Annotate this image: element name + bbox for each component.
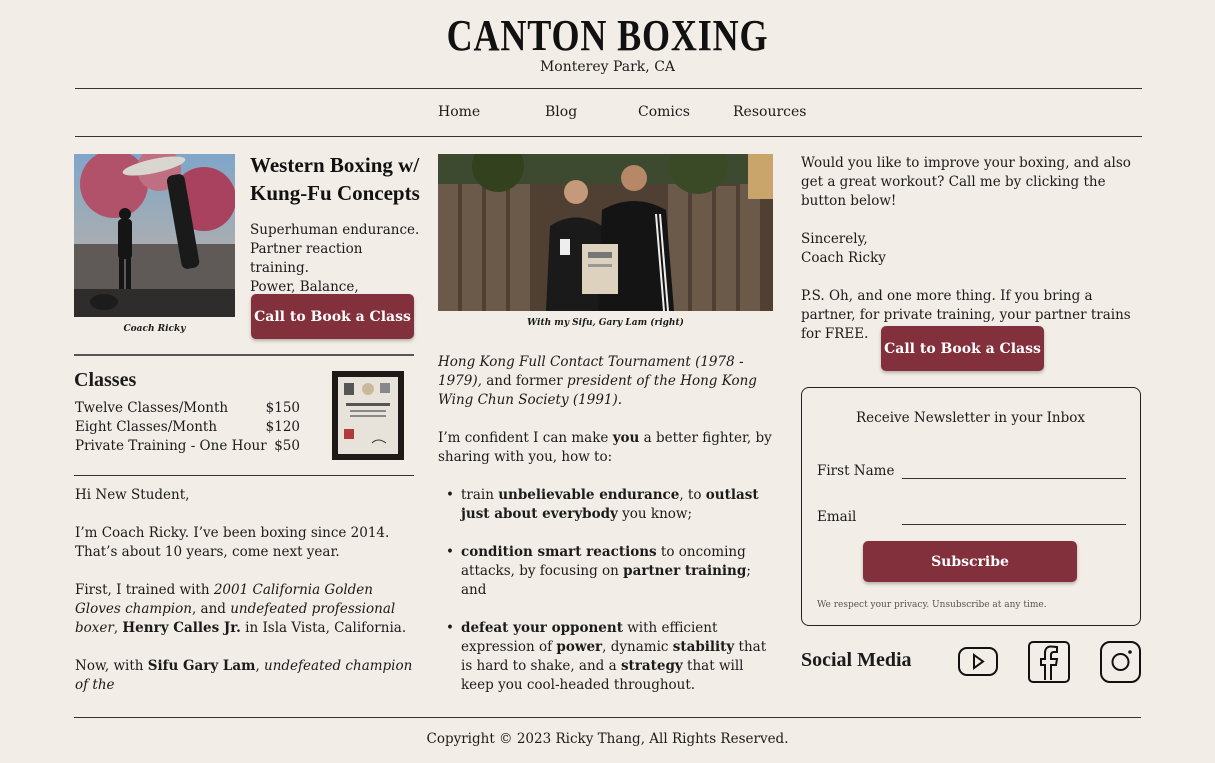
price-row: Twelve Classes/Month $150 (75, 400, 300, 419)
site-location: Monterey Park, CA (539, 59, 676, 75)
site-title: CANTON BOXING (446, 11, 769, 60)
text-span: I’m confident I can make (438, 430, 613, 446)
list-item: train unbelievable endurance, to outlast… (446, 486, 776, 524)
coach-photo (74, 154, 235, 317)
center-paragraph: Hong Kong Full Contact Tournament (1978 … (438, 353, 774, 410)
letter-paragraph: I’m Coach Ricky. I’ve been boxing since … (75, 525, 390, 560)
sifu-photo (438, 154, 773, 311)
right-paragraph: Would you like to improve your boxing, a… (801, 155, 1131, 209)
text-span: Sincerely, (801, 231, 868, 247)
text-span: Sifu Gary Lam (147, 658, 256, 674)
social-title: Social Media (801, 649, 912, 671)
header-divider (75, 88, 1142, 89)
text-span: in Isla Vista, California. (240, 620, 407, 636)
classes-title: Classes (74, 369, 137, 391)
text-span: defeat your opponent (461, 620, 623, 636)
nav-resources[interactable]: Resources (733, 104, 806, 120)
letter-left: Hi New Student, I’m Coach Ricky. I’ve be… (75, 486, 415, 714)
newsletter-form: Receive Newsletter in your Inbox First N… (801, 387, 1141, 626)
text-span: , to (679, 487, 706, 503)
list-item: condition smart reactions to oncoming at… (446, 543, 776, 600)
privacy-note: We respect your privacy. Unsubscribe at … (817, 600, 1047, 610)
text-span: partner training (623, 563, 747, 579)
text-span: unbelievable endurance (498, 487, 680, 503)
text-span: strategy (620, 658, 683, 674)
book-class-button[interactable]: Call to Book a Class (251, 294, 414, 339)
subscribe-button[interactable]: Subscribe (863, 541, 1077, 582)
sifu-photo-caption: With my Sifu, Gary Lam (right) (527, 318, 684, 328)
email-label: Email (817, 509, 857, 525)
text-span: Coach Ricky (801, 250, 886, 266)
class-name: Private Training - One Hour (75, 438, 267, 454)
coach-photo-caption: Coach Ricky (123, 324, 186, 334)
text-span: , and (191, 601, 231, 617)
text-span: Henry Calles Jr. (122, 620, 241, 636)
text-span: , dynamic (602, 639, 673, 655)
text-span: , (255, 658, 265, 674)
text-span: and former (481, 373, 568, 389)
book-class-button-right[interactable]: Call to Book a Class (881, 326, 1044, 371)
newsletter-title: Receive Newsletter in your Inbox (855, 410, 1085, 426)
hero-headline-line1: Western Boxing w/ (250, 153, 420, 177)
text-span: condition smart reactions (461, 544, 657, 560)
class-price: $120 (265, 419, 300, 435)
nav-divider (75, 136, 1142, 137)
footer-divider (74, 717, 1141, 718)
text-span: Now, with (75, 658, 148, 674)
nav-comics[interactable]: Comics (638, 104, 690, 120)
copyright: Copyright © 2023 Ricky Thang, All Rights… (426, 731, 789, 747)
list-item: defeat your opponent with efficient expr… (446, 619, 776, 695)
classes-bottom-divider (74, 475, 414, 476)
first-name-field[interactable] (902, 478, 1126, 479)
class-name: Twelve Classes/Month (75, 400, 229, 416)
center-paragraph: I’m confident I can make you a better fi… (438, 429, 774, 467)
greeting: Hi New Student, (75, 487, 190, 503)
class-price: $150 (265, 400, 300, 416)
text-span: power (556, 639, 603, 655)
main-nav: Home Blog Comics Resources (0, 104, 1215, 124)
letter-paragraph: First, I trained with 2001 California Go… (75, 581, 415, 638)
benefits-list: train unbelievable endurance, to outlast… (446, 486, 776, 714)
text-span: stability (672, 639, 735, 655)
hero-headline-line2: Kung-Fu Concepts (250, 181, 420, 205)
class-name: Eight Classes/Month (75, 419, 218, 435)
nav-blog[interactable]: Blog (545, 104, 577, 120)
letter-paragraph: Now, with Sifu Gary Lam, undefeated cham… (75, 657, 415, 695)
text-span: train (461, 487, 499, 503)
youtube-icon[interactable] (958, 647, 998, 676)
tagline-line: Partner reaction training. (250, 241, 363, 276)
hero-headline: Western Boxing w/ Kung-Fu Concepts (250, 151, 420, 207)
facebook-icon[interactable] (1028, 641, 1070, 683)
first-name-label: First Name (817, 463, 895, 479)
tagline-line: Superhuman endurance. (250, 222, 420, 238)
price-row: Private Training - One Hour $50 (75, 438, 300, 457)
instagram-icon[interactable] (1100, 641, 1141, 683)
price-row: Eight Classes/Month $120 (75, 419, 300, 438)
text-span: you (612, 430, 640, 446)
text-span: you know; (617, 506, 693, 522)
center-text: Hong Kong Full Contact Tournament (1978 … (438, 353, 774, 486)
text-span: First, I trained with (75, 582, 214, 598)
email-field[interactable] (902, 524, 1126, 525)
class-price: $50 (274, 438, 300, 454)
signature: Sincerely, Coach Ricky (801, 230, 1146, 268)
classes-top-divider (74, 354, 414, 356)
nav-home[interactable]: Home (438, 104, 480, 120)
certificate-image (332, 371, 404, 460)
